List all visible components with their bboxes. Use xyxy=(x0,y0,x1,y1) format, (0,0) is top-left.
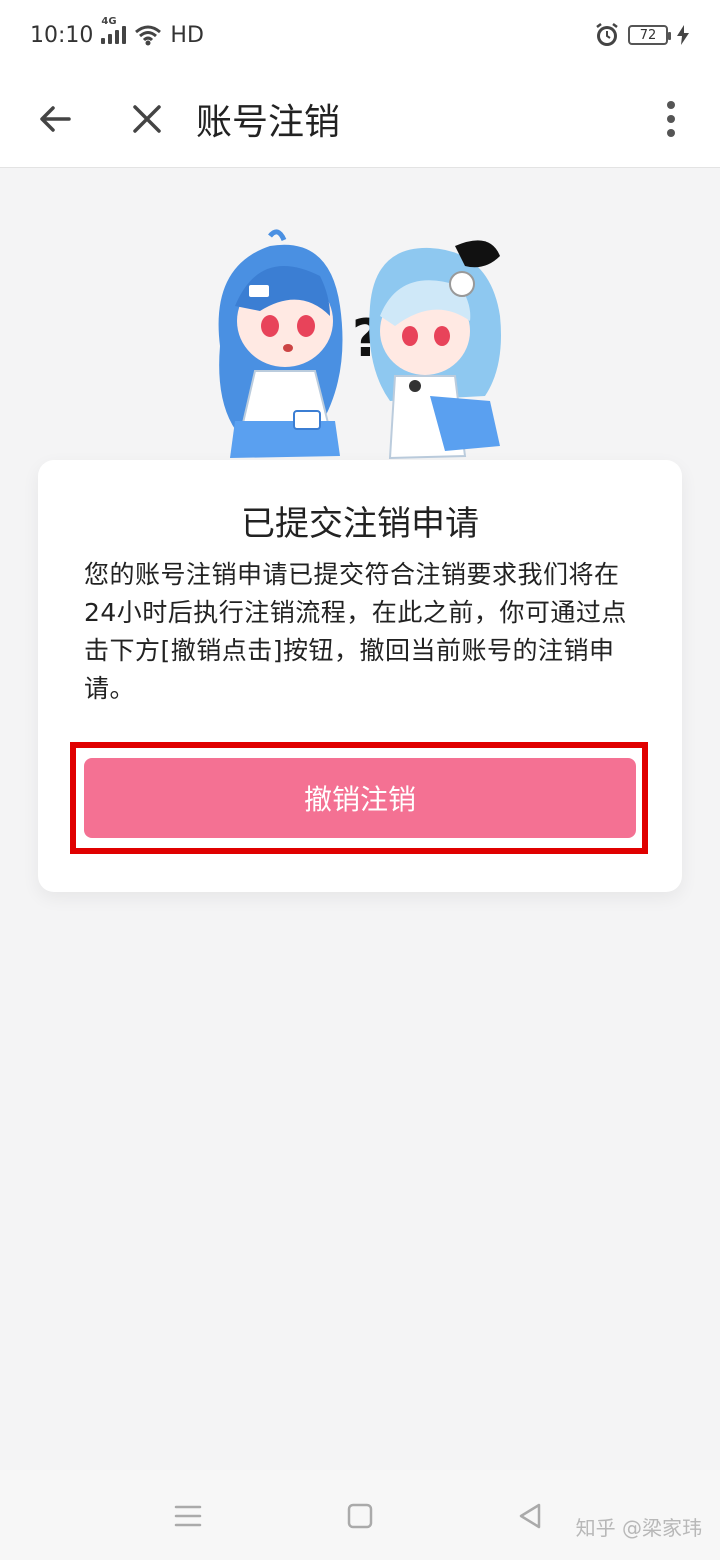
battery-indicator: 72 xyxy=(628,25,671,45)
close-icon xyxy=(133,104,161,133)
nav-back-button[interactable] xyxy=(510,1496,550,1536)
arrow-left-icon xyxy=(40,105,71,132)
square-home-icon xyxy=(347,1503,373,1529)
battery-level: 72 xyxy=(639,27,657,43)
back-button[interactable] xyxy=(20,84,90,154)
triangle-back-icon xyxy=(519,1503,541,1529)
watermark: 知乎 @梁家玮 xyxy=(575,1516,702,1540)
network-type: 4G xyxy=(101,16,117,27)
mascot-right xyxy=(369,240,501,460)
close-button[interactable] xyxy=(112,84,182,154)
status-bar: 10:10 4G HD 72 xyxy=(0,0,720,70)
status-left: 10:10 4G HD xyxy=(30,16,204,48)
signal-icon: 4G xyxy=(101,16,127,44)
app-bar: 账号注销 xyxy=(0,70,720,168)
more-vertical-icon xyxy=(667,100,675,137)
nav-menu-button[interactable] xyxy=(168,1496,208,1536)
charging-icon xyxy=(677,25,689,45)
alarm-icon xyxy=(596,23,618,46)
status-time: 10:10 xyxy=(30,22,94,48)
page-title: 账号注销 xyxy=(196,101,341,143)
mascot-left xyxy=(218,229,343,458)
hd-label: HD xyxy=(170,22,204,48)
content-area: ? 已提交注销申请 您的账号注销申请已提交符合注销要求我们将在24小时后执行注销… xyxy=(0,168,720,1470)
nav-home-button[interactable] xyxy=(340,1496,380,1536)
card-description: 您的账号注销申请已提交符合注销要求我们将在24小时后执行注销流程，在此之前，你可… xyxy=(84,560,627,703)
more-button[interactable] xyxy=(636,84,706,154)
mascot-illustration: ? xyxy=(218,229,501,460)
cancel-deregistration-button[interactable]: 撤销注销 xyxy=(84,758,636,838)
deregistration-card: 已提交注销申请 您的账号注销申请已提交符合注销要求我们将在24小时后执行注销流程… xyxy=(38,460,682,892)
card-title: 已提交注销申请 xyxy=(241,504,479,544)
wifi-icon xyxy=(135,25,162,46)
menu-icon xyxy=(174,1505,202,1527)
status-right: 72 xyxy=(594,22,690,48)
